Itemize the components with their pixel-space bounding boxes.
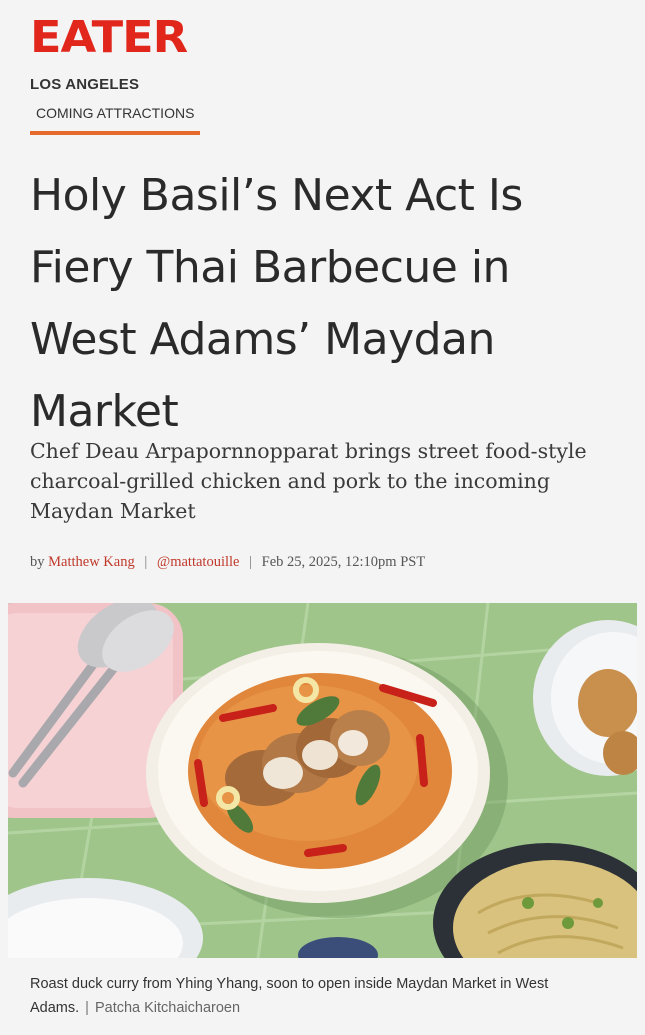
section-tag[interactable]: COMING ATTRACTIONS (30, 105, 201, 135)
byline-divider: | (249, 554, 253, 570)
author-link[interactable]: Matthew Kang (48, 554, 135, 570)
site-header: EATER LOS ANGELES COMING ATTRACTIONS (30, 12, 615, 135)
photo-credit: Patcha Kitchaicharoen (94, 1000, 241, 1016)
article-headline: Holy Basil’s Next Act Is Fiery Thai Barb… (30, 170, 523, 437)
publish-date: Feb 25, 2025, 12:10pm PST (261, 554, 426, 570)
food-photo-illustration (8, 603, 637, 958)
image-caption: Roast duck curry from Yhing Yhang, soon … (30, 972, 620, 1020)
region-label[interactable]: LOS ANGELES (30, 76, 139, 93)
byline-prefix: by (30, 554, 45, 570)
caption-divider: | (85, 1000, 89, 1016)
eater-logo[interactable]: EATER (30, 12, 644, 64)
author-handle-link[interactable]: @mattatouille (157, 554, 240, 570)
byline-divider: | (144, 554, 148, 570)
article-dek: Chef Deau Arpapornnopparat brings street… (30, 439, 587, 523)
hero-image (8, 603, 637, 958)
byline: by Matthew Kang | @mattatouille | Feb 25… (30, 554, 615, 571)
